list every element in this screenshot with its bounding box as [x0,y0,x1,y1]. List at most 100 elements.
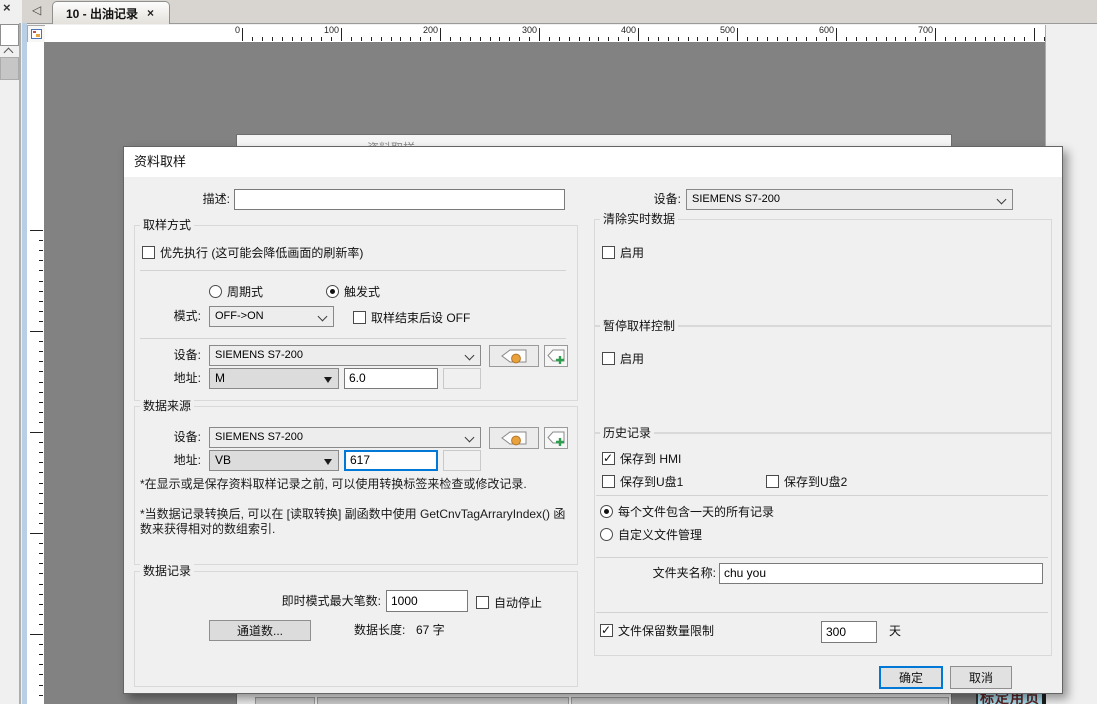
autostop-checkbox[interactable] [476,596,489,609]
origin-icon [31,29,42,39]
separator [596,612,1048,613]
save-usb2-label: 保存到U盘2 [784,473,847,490]
trigger-radio-row[interactable]: 触发式 [326,283,380,299]
tab-close-icon[interactable]: × [147,6,154,20]
max-records-input[interactable]: 1000 [386,590,468,612]
description-input[interactable] [234,189,565,210]
after-off-checkbox-row[interactable]: 取样结束后设 OFF [353,309,470,325]
save-usb1-checkbox-row[interactable]: 保存到U盘1 [602,473,683,489]
pause-sampling-group: 暂停取样控制 [594,326,1052,433]
save-usb2-checkbox-row[interactable]: 保存到U盘2 [766,473,847,489]
tag-add-button[interactable] [544,427,568,449]
clear-enable-checkbox-row[interactable]: 启用 [602,244,644,260]
clear-realtime-group-title: 清除实时数据 [600,212,678,226]
channels-button[interactable]: 通道数... [209,620,311,641]
source-address-type-select[interactable]: VB [209,450,339,471]
scrollbar-thumb[interactable] [0,57,19,80]
source-device-select[interactable]: SIEMENS S7-200 [209,427,481,448]
device-label: 设备: [614,189,681,210]
mode-select[interactable]: OFF->ON [209,306,334,327]
pause-enable-checkbox[interactable] [602,352,615,365]
history-group-title: 历史记录 [600,426,654,440]
source-note-1: *在显示或是保存资料取样记录之前, 可以使用转换标签来检查或修改记录. [140,477,572,492]
trigger-label: 触发式 [344,283,380,300]
daily-file-label: 每个文件包含一天的所有记录 [618,503,774,520]
pause-sampling-group-title: 暂停取样控制 [600,319,678,333]
clear-enable-checkbox[interactable] [602,246,615,259]
source-address-extra [443,450,481,471]
priority-label: 优先执行 (这可能会降低画面的刷新率) [160,244,363,261]
tab-scroll-left-icon[interactable]: ◁ [32,3,41,17]
clear-enable-label: 启用 [620,244,644,261]
folder-name-label: 文件夹名称: [604,563,716,584]
panel-divider [19,23,21,704]
ok-button[interactable]: 确定 [879,666,943,689]
clear-realtime-group: 清除实时数据 [594,219,1052,326]
tag-select-button[interactable] [489,345,539,367]
tag-icon [499,348,529,365]
folder-name-input[interactable]: chu you [719,563,1043,584]
pause-enable-checkbox-row[interactable]: 启用 [602,350,644,366]
panel-close-icon[interactable]: × [3,1,11,15]
vertical-ruler: 0100200300400 [27,42,44,704]
tab-oil-record[interactable]: 10 - 出油记录 × [52,1,170,24]
retention-days-input[interactable]: 300 [821,621,877,643]
custom-file-radio[interactable] [600,528,613,541]
periodic-radio-row[interactable]: 周期式 [209,283,263,299]
app-window: × ◁ 10 - 出油记录 × 0100200300400500600700 0… [0,0,1097,704]
tag-add-icon [546,430,566,447]
save-hmi-checkbox-row[interactable]: 保存到 HMI [602,450,681,466]
dialog-title: 资料取样 [134,147,186,177]
dialog-titlebar[interactable]: 资料取样 [124,147,1062,177]
trigger-address-type-value: M [215,371,225,385]
data-length-label: 数据长度: [354,620,405,641]
after-off-checkbox[interactable] [353,311,366,324]
tab-bar: ◁ 10 - 出油记录 × [22,0,1097,24]
separator [140,270,566,271]
source-address-label: 地址: [144,450,201,471]
save-hmi-label: 保存到 HMI [620,450,681,467]
chevron-down-icon [997,195,1007,205]
trigger-address-type-select[interactable]: M [209,368,339,389]
trigger-address-extra [443,368,481,389]
trigger-address-label: 地址: [144,368,201,389]
custom-file-radio-row[interactable]: 自定义文件管理 [600,526,702,542]
tab-label: 10 - 出油记录 [66,5,138,22]
source-address-input[interactable]: 617 [344,450,438,471]
source-device-value: SIEMENS S7-200 [215,431,303,443]
separator [140,338,566,339]
trigger-radio[interactable] [326,285,339,298]
mode-label: 模式: [144,306,201,327]
autostop-checkbox-row[interactable]: 自动停止 [476,594,542,610]
periodic-radio[interactable] [209,285,222,298]
data-record-group-title: 数据记录 [140,564,194,578]
trigger-address-input[interactable]: 6.0 [344,368,438,389]
save-usb2-checkbox[interactable] [766,475,779,488]
priority-checkbox[interactable] [142,246,155,259]
device-select[interactable]: SIEMENS S7-200 [686,189,1013,210]
tag-add-button[interactable] [544,345,568,367]
ruler-corner-box [27,25,46,43]
dropdown-arrow-icon [324,377,332,383]
retention-checkbox-row[interactable]: 文件保留数量限制 [600,622,714,638]
daily-file-radio-row[interactable]: 每个文件包含一天的所有记录 [600,503,774,519]
save-hmi-checkbox[interactable] [602,452,615,465]
separator [596,495,1048,496]
background-table-cell [317,697,569,704]
panel-input-fragment [0,24,19,46]
tag-select-button[interactable] [489,427,539,449]
scroll-up-icon[interactable] [4,48,14,58]
left-docked-panel: × [0,0,22,704]
cancel-button[interactable]: 取消 [950,666,1012,689]
horizontal-ruler: 0100200300400500600700 [45,25,1045,42]
save-usb1-checkbox[interactable] [602,475,615,488]
max-records-label: 即时模式最大笔数: [221,590,381,612]
source-address-type-value: VB [215,453,231,467]
trigger-device-select[interactable]: SIEMENS S7-200 [209,345,481,366]
separator [596,557,1048,558]
daily-file-radio[interactable] [600,505,613,518]
chevron-down-icon [465,433,475,443]
retention-checkbox[interactable] [600,624,613,637]
trigger-device-label: 设备: [144,345,201,366]
priority-checkbox-row[interactable]: 优先执行 (这可能会降低画面的刷新率) [142,244,363,260]
